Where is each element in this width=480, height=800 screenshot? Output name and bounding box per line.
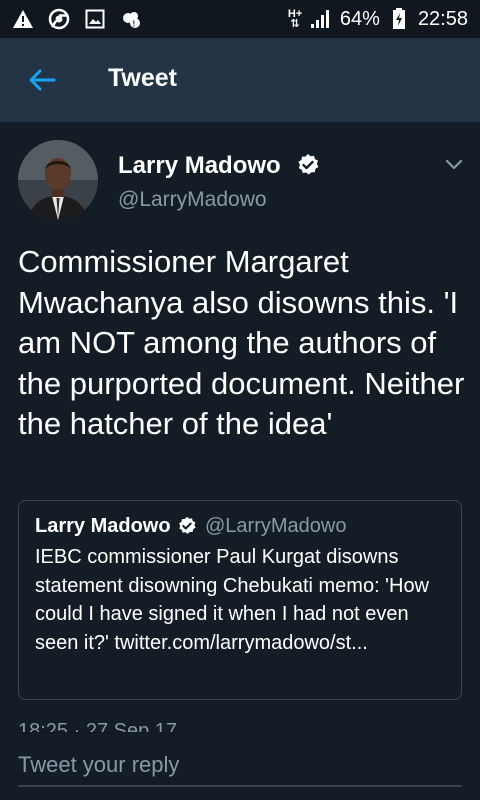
- author-handle[interactable]: @LarryMadowo: [118, 188, 267, 212]
- chrome-icon: [48, 8, 70, 30]
- tweet-detail: Larry Madowo @LarryMadowo Commissioner M…: [0, 122, 480, 742]
- quoted-author-handle: @LarryMadowo: [205, 515, 347, 537]
- battery-percent: 64%: [339, 7, 380, 30]
- profile-photo: [18, 140, 98, 220]
- status-system: H+ ⇅ 64% 22:58: [288, 8, 468, 31]
- reply-bar: [0, 732, 480, 800]
- chevron-down-icon[interactable]: [442, 152, 466, 176]
- clock: 22:58: [417, 7, 468, 30]
- signal-icon: [310, 8, 332, 30]
- back-button[interactable]: [26, 64, 58, 96]
- screen: ! H+ ⇅ 64% 22:58 Tweet Larry Madowo @Lar…: [0, 0, 480, 800]
- battery-charging-icon: [388, 8, 410, 30]
- quoted-tweet-text: IEBC commissioner Paul Kurgat disowns st…: [35, 546, 430, 654]
- back-arrow-icon: [29, 69, 56, 91]
- reply-input[interactable]: [18, 745, 462, 787]
- gallery-icon: [84, 8, 106, 30]
- status-notifications: !: [12, 8, 142, 30]
- data-saver-icon: !: [120, 8, 142, 30]
- status-bar: ! H+ ⇅ 64% 22:58: [0, 0, 480, 38]
- tweet-text: Commissioner Margaret Mwachanya also dis…: [18, 244, 465, 441]
- svg-text:!: !: [133, 20, 136, 29]
- quoted-author-name: Larry Madowo: [35, 515, 171, 537]
- quoted-tweet-card[interactable]: Larry Madowo @LarryMadowo IEBC commissio…: [18, 500, 462, 700]
- warning-icon: [12, 8, 34, 30]
- verified-badge-icon: [296, 153, 320, 177]
- network-type: H+ ⇅: [288, 9, 302, 30]
- avatar[interactable]: [18, 140, 98, 220]
- app-bar: Tweet: [0, 38, 480, 122]
- author-name[interactable]: Larry Madowo: [118, 152, 281, 180]
- quoted-verified-badge-icon: [177, 516, 197, 536]
- network-activity-label: ⇅: [290, 18, 300, 30]
- page-title: Tweet: [108, 64, 177, 92]
